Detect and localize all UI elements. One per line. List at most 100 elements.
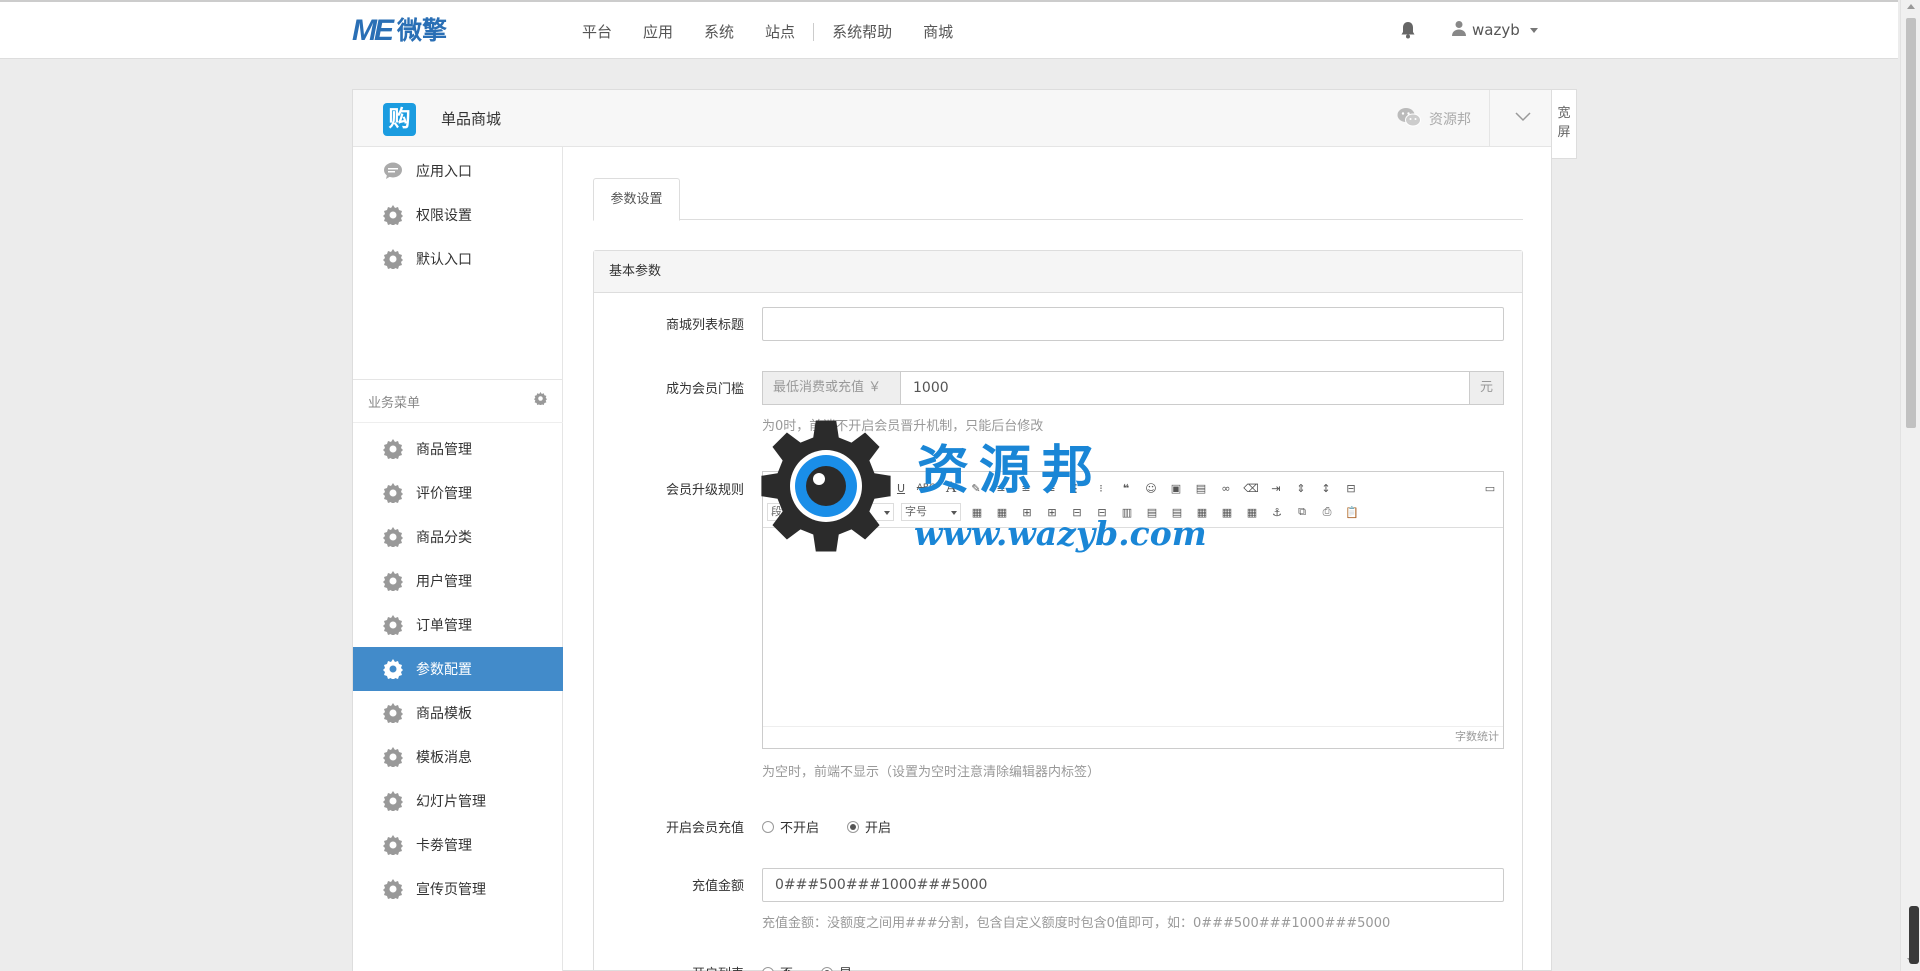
page-scrollbar[interactable]	[1900, 0, 1920, 971]
paste-icon[interactable]: 📋	[1343, 503, 1361, 521]
sidebar-item-label: 商品分类	[416, 530, 472, 546]
scroll-up-icon[interactable]	[1907, 4, 1915, 9]
nav-platform[interactable]: 平台	[582, 22, 612, 42]
indent-icon[interactable]: ⇥	[1267, 479, 1285, 497]
chevron-down-icon[interactable]	[1515, 108, 1531, 124]
align-right-icon[interactable]: ≡	[1042, 479, 1060, 497]
nav-store[interactable]: 商城	[923, 22, 953, 42]
sidebar-item-app-entry[interactable]: 应用入口	[353, 149, 563, 193]
paragraph-format-select[interactable]: 段落格式	[767, 503, 827, 521]
nav-system[interactable]: 系统	[704, 22, 734, 42]
sidebar-group-business: 业务菜单	[353, 379, 563, 423]
sidebar-item-users[interactable]: 用户管理	[353, 559, 563, 603]
strikethrough-icon[interactable]: ABC	[917, 479, 935, 497]
font-color-icon[interactable]: A	[942, 479, 960, 497]
sidebar-item-categories[interactable]: 商品分类	[353, 515, 563, 559]
split-cols-icon[interactable]: ▦	[1243, 503, 1261, 521]
font-family-select[interactable]: 字体	[834, 503, 894, 521]
logo[interactable]: ME 微擎	[352, 16, 447, 46]
sidebar-item-orders[interactable]: 订单管理	[353, 603, 563, 647]
clear-format-icon[interactable]: ⊟	[1342, 479, 1360, 497]
quote-icon[interactable]: ❝	[1117, 479, 1135, 497]
radio-enable[interactable]	[847, 820, 860, 833]
ordered-list-icon[interactable]: ⋮	[1067, 479, 1085, 497]
merge-down-icon[interactable]: ▤	[1168, 503, 1186, 521]
radio-disable[interactable]	[762, 820, 774, 833]
sidebar-item-promo-pages[interactable]: 宣传页管理	[353, 867, 563, 911]
app-header: 购 单品商城 资源邦	[353, 90, 1551, 147]
radio-yes[interactable]	[821, 966, 834, 971]
file-icon[interactable]: ▤	[1192, 479, 1210, 497]
split-rows-icon[interactable]: ▦	[1218, 503, 1236, 521]
row-delete-icon[interactable]: ⊟	[1068, 503, 1086, 521]
undo-icon[interactable]: ↶	[792, 479, 810, 497]
table-insert-icon[interactable]: ▦	[993, 503, 1011, 521]
eraser-icon[interactable]: ⌫	[1242, 479, 1260, 497]
logo-mark: ME	[352, 14, 394, 47]
sidebar-item-permissions[interactable]: 权限设置	[353, 193, 563, 237]
app-name: 单品商城	[441, 110, 502, 128]
sidebar-item-label: 商品管理	[416, 442, 472, 458]
sidebar-item-settings[interactable]: 参数配置	[353, 647, 563, 691]
radio-label[interactable]: 不开启	[780, 817, 819, 836]
bell-icon[interactable]	[1400, 20, 1416, 40]
col-insert-icon[interactable]: ⊞	[1043, 503, 1061, 521]
wechat-account-name: 资源邦	[1429, 112, 1471, 128]
tab-parameters[interactable]: 参数设置	[593, 178, 680, 221]
gear-icon	[383, 249, 403, 271]
list-title-input[interactable]	[762, 307, 1504, 341]
wechat-account[interactable]: 资源邦	[1397, 107, 1471, 131]
anchor-icon[interactable]: ⚓	[1268, 503, 1286, 521]
highlight-icon[interactable]: ✎	[967, 479, 985, 497]
image-icon[interactable]: ▣	[1167, 479, 1185, 497]
header-divider	[1489, 90, 1490, 147]
sidebar-item-templates[interactable]: 商品模板	[353, 691, 563, 735]
radio-label[interactable]: 开启	[865, 817, 891, 836]
paragraph-spacing-icon[interactable]: ⇕	[1292, 479, 1310, 497]
split-cells-icon[interactable]: ▦	[1193, 503, 1211, 521]
italic-icon[interactable]: I	[867, 479, 885, 497]
table-icon[interactable]: ▦	[968, 503, 986, 521]
line-height-icon[interactable]: ↕	[1317, 479, 1335, 497]
radio-no[interactable]	[762, 966, 774, 971]
fullscreen-icon[interactable]: ▭	[1481, 479, 1499, 497]
threshold-input[interactable]: 1000	[900, 371, 1470, 405]
field-label: 开启列表	[594, 963, 744, 971]
floating-widget[interactable]	[1909, 906, 1919, 964]
row-insert-icon[interactable]: ⊞	[1018, 503, 1036, 521]
font-size-select[interactable]: 字号	[901, 503, 961, 521]
radio-label[interactable]: 否	[780, 963, 793, 971]
col-delete-icon[interactable]: ⊟	[1093, 503, 1111, 521]
recharge-amount-input[interactable]: 0###500###1000###5000	[762, 868, 1504, 902]
nav-apps[interactable]: 应用	[643, 22, 673, 42]
redo-icon[interactable]: ↷	[817, 479, 835, 497]
sidebar-item-coupons[interactable]: 卡劵管理	[353, 823, 563, 867]
nav-site[interactable]: 站点	[765, 22, 795, 42]
field-label: 开启会员充值	[665, 821, 744, 836]
html-source-button[interactable]: HTML	[766, 479, 785, 497]
link-icon[interactable]: ∞	[1217, 479, 1235, 497]
scroll-thumb[interactable]	[1906, 18, 1916, 428]
bold-icon[interactable]: B	[842, 479, 860, 497]
editor-body[interactable]	[763, 528, 1503, 726]
merge-right-icon[interactable]: ▤	[1143, 503, 1161, 521]
sidebar-item-slides[interactable]: 幻灯片管理	[353, 779, 563, 823]
widescreen-toggle[interactable]: 宽 屏	[1552, 89, 1577, 159]
unordered-list-icon[interactable]: ⁝	[1092, 479, 1110, 497]
nav-help[interactable]: 系统帮助	[832, 22, 892, 42]
sidebar-item-default-entry[interactable]: 默认入口	[353, 237, 563, 281]
emoji-icon[interactable]: ☺	[1142, 479, 1160, 497]
sidebar-item-template-messages[interactable]: 模板消息	[353, 735, 563, 779]
gear-icon[interactable]	[534, 392, 547, 407]
align-center-icon[interactable]: ≡	[1017, 479, 1035, 497]
preview-icon[interactable]: ⧉	[1293, 503, 1311, 521]
radio-label[interactable]: 是	[839, 963, 852, 971]
align-left-icon[interactable]: ≡	[992, 479, 1010, 497]
merge-cells-icon[interactable]: ▥	[1118, 503, 1136, 521]
user-menu[interactable]: wazyb	[1452, 20, 1538, 40]
sidebar-item-reviews[interactable]: 评价管理	[353, 471, 563, 515]
app-sidebar: 应用入口 权限设置 默认入口 业务菜单 商品管理 评价管理 商品分类 用户管理 …	[353, 147, 563, 971]
print-icon[interactable]: ⎙	[1318, 503, 1336, 521]
sidebar-item-products[interactable]: 商品管理	[353, 427, 563, 471]
underline-icon[interactable]: U	[892, 479, 910, 497]
